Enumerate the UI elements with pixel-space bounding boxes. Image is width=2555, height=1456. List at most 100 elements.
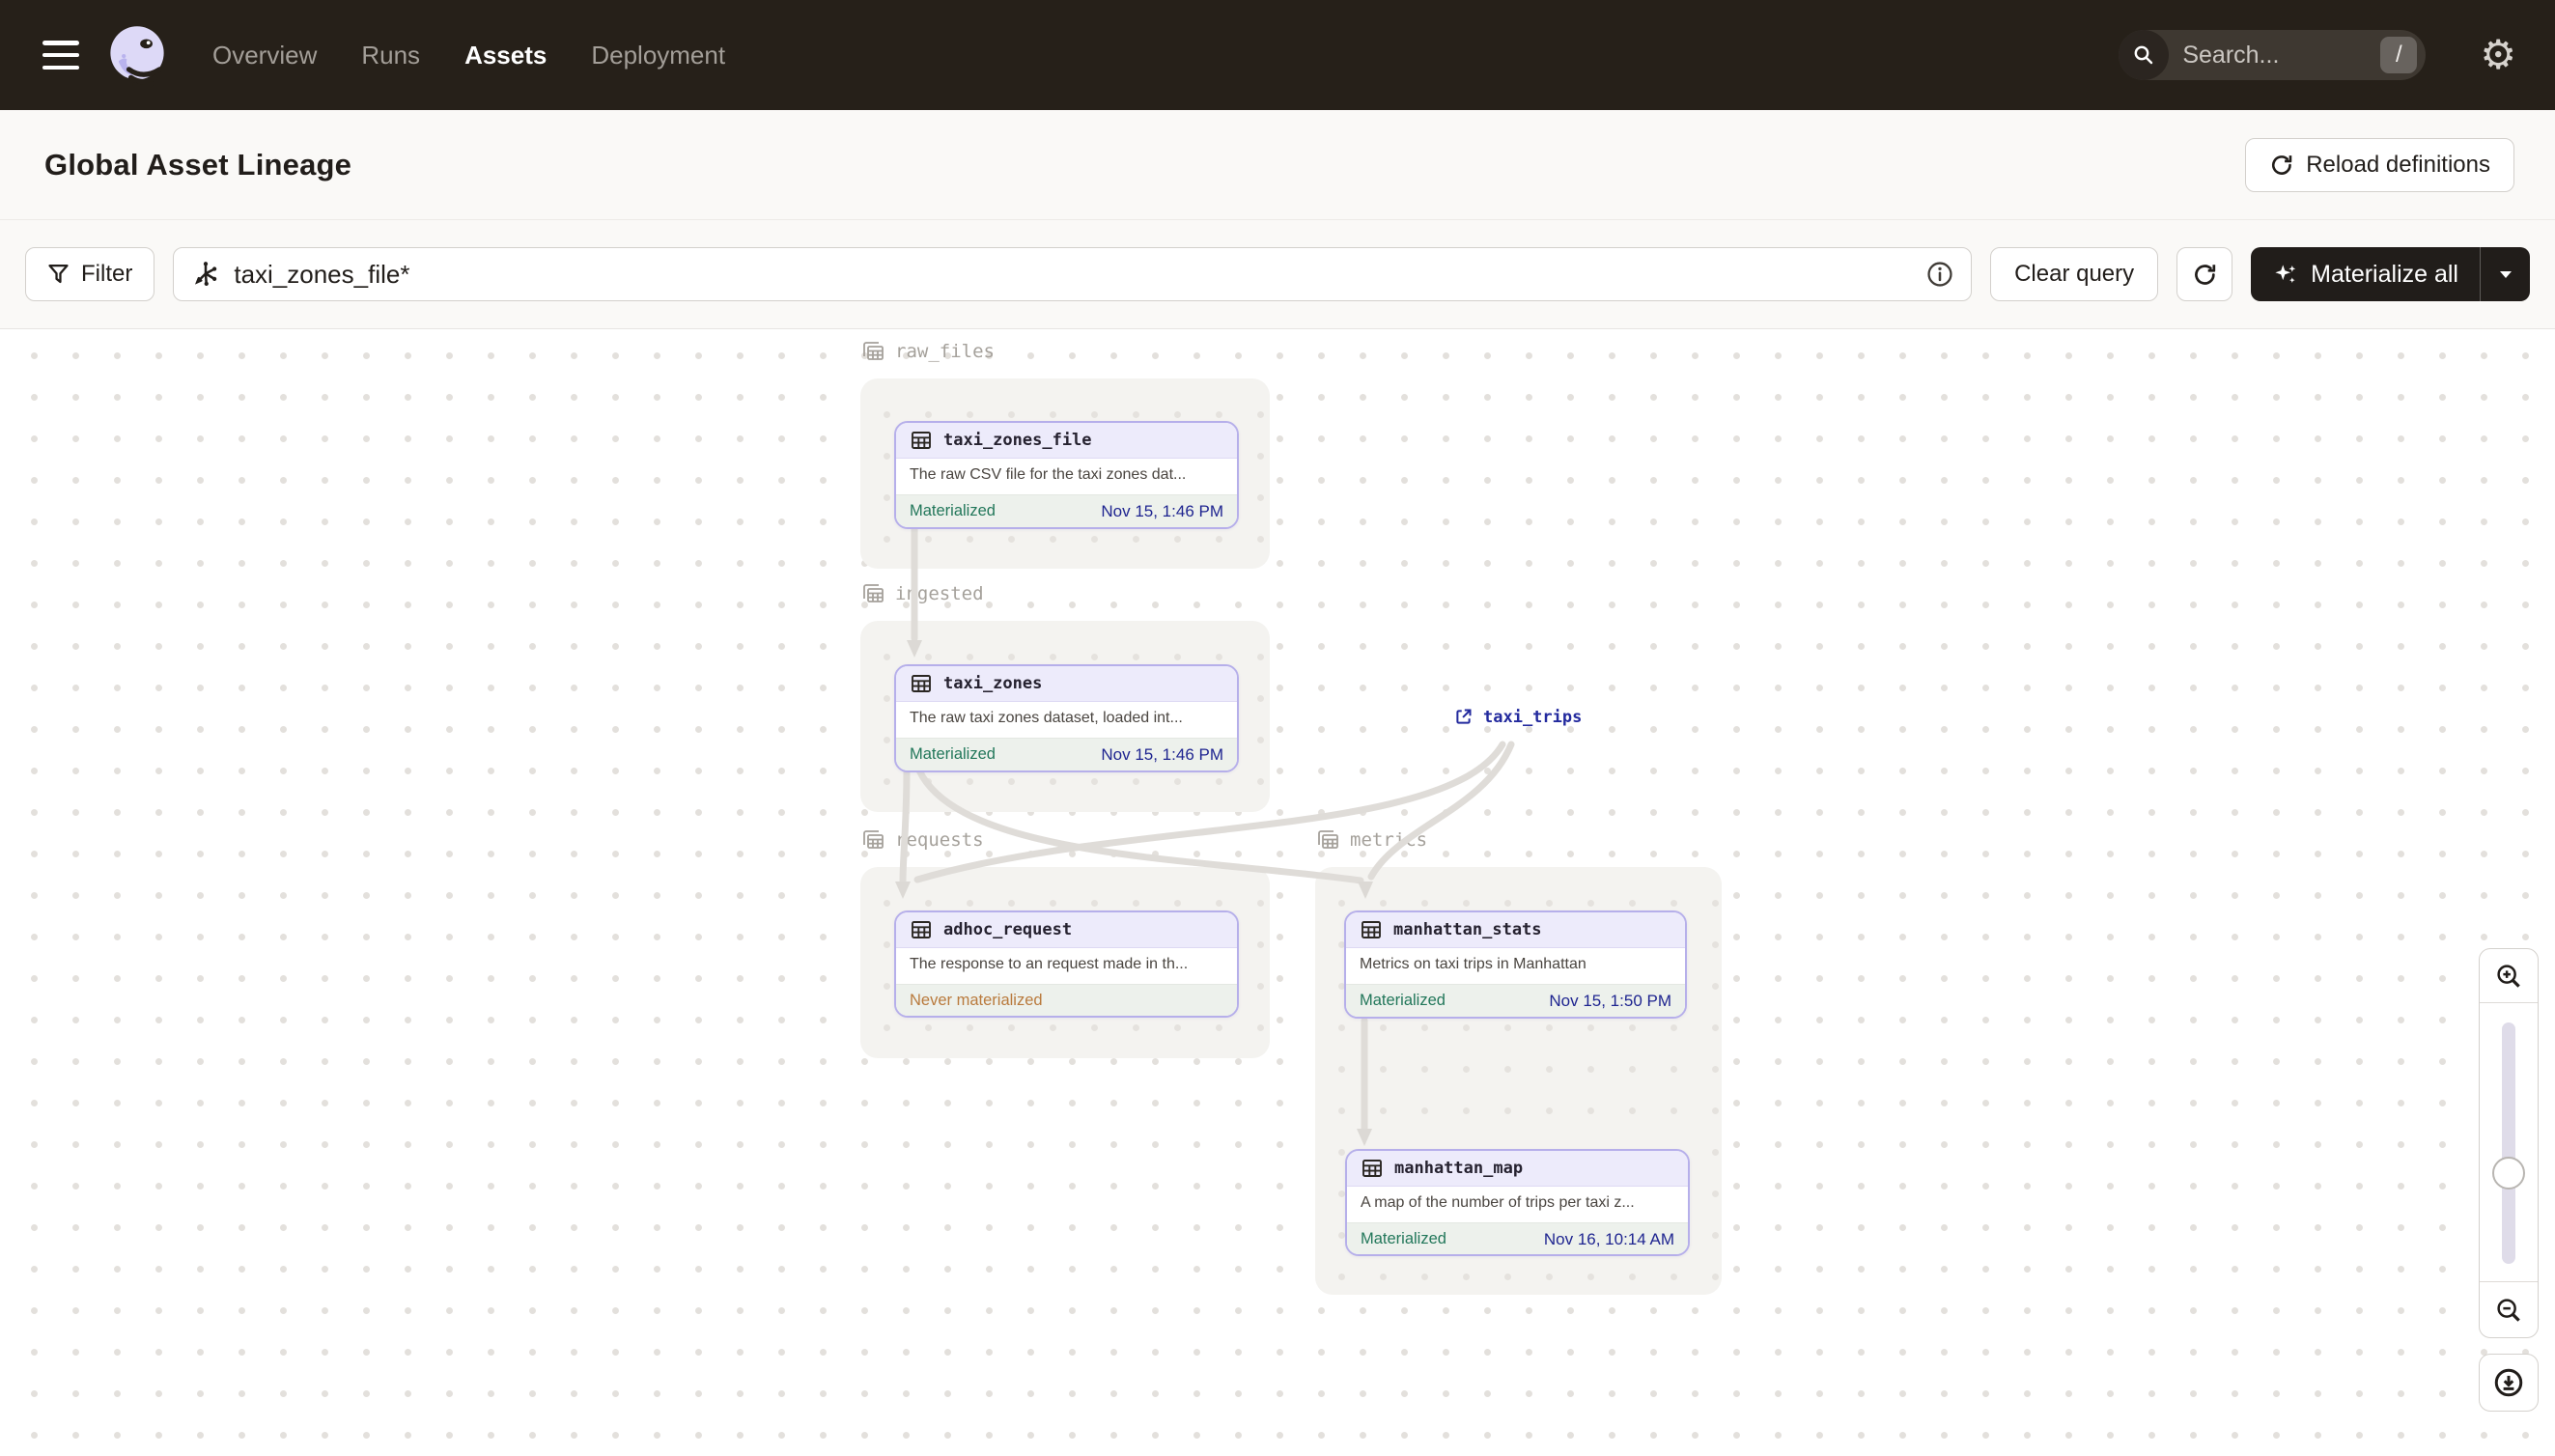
asset-description: The raw taxi zones dataset, loaded int..… [910,710,1183,726]
materialize-all-label: Materialize all [2311,260,2458,288]
asset-node-header: manhattan_stats [1346,912,1685,948]
lineage-edges [895,524,1515,1146]
asset-status-bar: Materialized Nov 15, 1:46 PM [896,494,1237,527]
asset-node-header: taxi_zones_file [896,423,1237,459]
page-header: Global Asset Lineage Reload definitions [0,110,2555,220]
asset-node-taxi-zones[interactable]: taxi_zones The raw taxi zones dataset, l… [894,664,1239,772]
asset-node-manhattan-map[interactable]: manhattan_map A map of the number of tri… [1345,1149,1690,1256]
grouped-assets-icon [863,584,884,602]
zoom-in-icon [2497,964,2520,988]
materialization-timestamp: Nov 15, 1:50 PM [1549,991,1671,1010]
lineage-toolbar: Filter Clear query Materialize all [0,220,2555,329]
lineage-canvas[interactable]: raw_files ingested requests metrics taxi… [0,329,2555,1456]
materialization-timestamp: Nov 15, 1:46 PM [1101,744,1223,764]
nav-item-runs[interactable]: Runs [361,41,420,70]
reload-icon [2272,154,2292,175]
asset-selection-input[interactable] [234,259,1914,290]
zoom-out-button[interactable] [2480,1281,2538,1337]
asset-description: A map of the number of trips per taxi z.… [1361,1194,1635,1211]
asset-node-adhoc-request[interactable]: adhoc_request The response to an request… [894,910,1239,1018]
filter-label: Filter [81,261,133,287]
status-badge: Materialized [1360,992,1446,1009]
zoom-slider[interactable] [2480,1003,2538,1281]
grouped-assets-icon [1318,830,1338,849]
asset-status-bar: Never materialized [896,984,1237,1016]
materialize-options-dropdown[interactable] [2480,247,2530,301]
group-name: raw_files [895,341,995,362]
sparkle-icon [2275,264,2296,283]
table-icon [912,675,931,692]
asset-node-header: manhattan_map [1347,1151,1688,1187]
page-title: Global Asset Lineage [44,147,352,182]
zoom-out-icon [2497,1298,2520,1322]
table-icon [1362,1160,1382,1177]
search-icon [2119,30,2170,80]
status-badge: Materialized [1361,1230,1446,1247]
asset-name: manhattan_map [1394,1159,1524,1178]
materialize-all-button[interactable]: Materialize all [2251,247,2480,301]
group-name: requests [895,829,984,851]
asset-node-taxi-zones-file[interactable]: taxi_zones_file The raw CSV file for the… [894,421,1239,529]
filter-button[interactable]: Filter [25,247,155,301]
grouped-assets-icon [863,830,884,849]
search-input[interactable] [2169,41,2381,70]
asset-name: taxi_zones [943,674,1043,693]
filter-icon [48,264,69,284]
asset-status-bar: Materialized Nov 15, 1:46 PM [896,738,1237,770]
asset-name: adhoc_request [943,920,1073,939]
group-name: metrics [1350,829,1428,851]
status-badge: Materialized [910,745,996,763]
gear-icon[interactable]: ⚙ [2480,35,2516,75]
asset-node-header: adhoc_request [896,912,1237,948]
group-label-ingested[interactable]: ingested [860,581,984,606]
zoom-slider-handle[interactable] [2492,1157,2525,1190]
reload-definitions-button[interactable]: Reload definitions [2245,137,2514,192]
external-asset-name: taxi_trips [1483,707,1583,727]
table-icon [1362,921,1381,938]
asset-description: The response to an request made in th... [910,956,1189,972]
nav-links: Overview Runs Assets Deployment [212,41,725,70]
external-asset-taxi-trips[interactable]: taxi_trips [1453,707,1582,727]
hamburger-menu-icon[interactable] [42,41,79,70]
refresh-icon [2194,264,2215,285]
table-icon [912,921,931,938]
zoom-slider-track[interactable] [2502,1022,2515,1264]
refresh-button[interactable] [2176,247,2233,301]
nav-item-overview[interactable]: Overview [212,41,317,70]
table-icon [912,432,931,449]
group-name: ingested [895,583,984,604]
edge-taxi-trips-to-manhattan-stats [1367,741,1515,881]
asset-selection-icon [195,262,217,286]
nav-item-assets[interactable]: Assets [464,41,547,70]
group-label-requests[interactable]: requests [860,827,984,853]
asset-description: The raw CSV file for the taxi zones dat.… [910,466,1187,483]
fit-to-view-button[interactable] [2479,1354,2539,1412]
zoom-in-button[interactable] [2480,949,2538,1003]
nav-item-deployment[interactable]: Deployment [591,41,725,70]
reload-label: Reload definitions [2306,151,2490,178]
asset-selection-input-box[interactable] [173,247,1973,301]
asset-name: taxi_zones_file [943,431,1092,450]
asset-name: manhattan_stats [1393,920,1542,939]
asset-node-manhattan-stats[interactable]: manhattan_stats Metrics on taxi trips in… [1344,910,1687,1019]
group-label-raw-files[interactable]: raw_files [860,339,995,364]
caret-down-icon [2499,270,2512,278]
asset-node-header: taxi_zones [896,666,1237,702]
asset-description: Metrics on taxi trips in Manhattan [1360,956,1586,972]
clear-query-button[interactable]: Clear query [1990,247,2159,301]
status-badge: Materialized [910,502,996,519]
status-badge: Never materialized [910,992,1043,1009]
dagster-logo[interactable] [104,22,170,88]
external-link-icon [1456,709,1472,724]
top-nav: Overview Runs Assets Deployment / ⚙ [0,0,2555,110]
download-center-icon [2494,1368,2523,1397]
search-box[interactable]: / [2119,30,2427,80]
clear-query-label: Clear query [2014,261,2135,287]
zoom-control-panel [2479,948,2539,1338]
info-icon[interactable] [1926,261,1953,288]
materialize-all-split-button: Materialize all [2251,247,2530,301]
materialization-timestamp: Nov 15, 1:46 PM [1101,501,1223,520]
materialization-timestamp: Nov 16, 10:14 AM [1543,1229,1674,1248]
slash-shortcut-badge: / [2380,37,2418,73]
group-label-metrics[interactable]: metrics [1315,827,1427,853]
